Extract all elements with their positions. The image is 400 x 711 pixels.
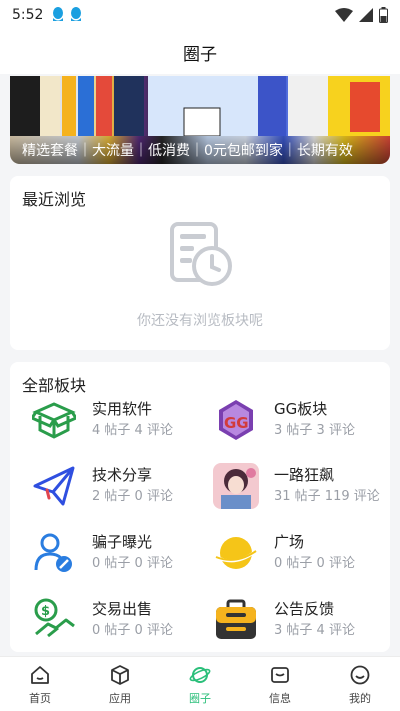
empty-state-text: 你还没有浏览板块呢 [137,313,263,329]
board-stats: 4 帖子 4 评论 [92,423,173,438]
tab-label: 圈子 [189,691,211,705]
board-stats: 0 帖子 0 评论 [92,556,173,571]
board-name: 技术分享 [92,466,153,484]
board-item-yilu-kuangbiao[interactable]: 一路狂飙 31 帖子 119 评论 [202,458,382,514]
status-bar: 5:52 [0,0,400,30]
board-name: 实用软件 [92,400,153,418]
board-stats: 2 帖子 0 评论 [92,489,173,504]
board-stats: 31 帖子 119 评论 [274,489,380,504]
tab-profile[interactable]: 我的 [320,657,400,711]
recent-browsing-card: 最近浏览 你还没有浏览板块呢 [10,176,390,350]
board-stats: 0 帖子 0 评论 [274,556,355,571]
board-item-gg[interactable]: GG GG板块 3 帖子 3 评论 [202,392,382,448]
board-name: 公告反馈 [274,600,335,618]
tab-home[interactable]: 首页 [0,657,80,711]
box-icon [30,396,78,444]
recent-title: 最近浏览 [22,190,87,209]
battery-icon [379,7,388,23]
all-boards-card: 全部板块 实用软件 4 帖子 4 评论 GG GG板块 3 帖子 3 评论 技术… [10,362,390,652]
qq-notification-icon [53,7,64,21]
banner-caption: 精选套餐｜大流量｜低消费｜0元包邮到家｜长期有效 [10,136,390,164]
signal-icon [359,8,373,22]
board-name: GG板块 [274,400,328,418]
board-name: 一路狂飙 [274,466,335,484]
bottom-tab-bar: 首页 应用 圈子 信息 我的 [0,656,400,711]
svg-text:$: $ [41,604,50,619]
gg-logo-icon: GG [212,396,260,444]
board-item-practical-software[interactable]: 实用软件 4 帖子 4 评论 [20,392,200,448]
smile-icon [350,663,370,687]
board-name: 广场 [274,533,305,551]
planet-icon [189,663,211,687]
qq-notification-icon [71,7,82,21]
board-item-announcement-feedback[interactable]: 公告反馈 3 帖子 4 评论 [202,592,382,648]
tab-messages[interactable]: 信息 [240,657,320,711]
tab-label: 首页 [29,691,51,705]
board-item-scam-exposure[interactable]: 骗子曝光 0 帖子 0 评论 [20,525,200,581]
banner-artwork [10,76,390,136]
system-status-icons [335,7,388,23]
status-time: 5:52 [12,7,44,23]
tab-label: 应用 [109,691,131,705]
board-name: 交易出售 [92,600,153,618]
tab-circle[interactable]: 圈子 [160,657,240,711]
tab-apps[interactable]: 应用 [80,657,160,711]
svg-text:GG: GG [224,414,249,432]
board-stats: 3 帖子 3 评论 [274,423,355,438]
page-title: 圈子 [183,44,217,65]
money-handshake-icon: $ [30,596,78,644]
tab-label: 我的 [349,691,371,705]
board-name: 骗子曝光 [92,533,153,551]
paper-plane-icon [30,462,78,510]
planet-icon [212,529,260,577]
board-stats: 3 帖子 4 评论 [274,623,355,638]
home-icon [30,663,50,687]
wifi-icon [335,8,353,22]
message-icon [270,663,290,687]
title-bar: 圈子 [0,30,400,74]
tab-label: 信息 [269,691,291,705]
board-item-square[interactable]: 广场 0 帖子 0 评论 [202,525,382,581]
empty-history-icon [170,222,232,286]
board-stats: 0 帖子 0 评论 [92,623,173,638]
board-item-tech-share[interactable]: 技术分享 2 帖子 0 评论 [20,458,200,514]
board-item-trade-sale[interactable]: $ 交易出售 0 帖子 0 评论 [20,592,200,648]
briefcase-icon [212,596,260,644]
anime-avatar-icon [212,462,260,510]
cube-icon [110,663,130,687]
user-block-icon [30,529,78,577]
notification-icons [51,7,83,23]
promo-banner[interactable]: 精选套餐｜大流量｜低消费｜0元包邮到家｜长期有效 [10,76,390,164]
